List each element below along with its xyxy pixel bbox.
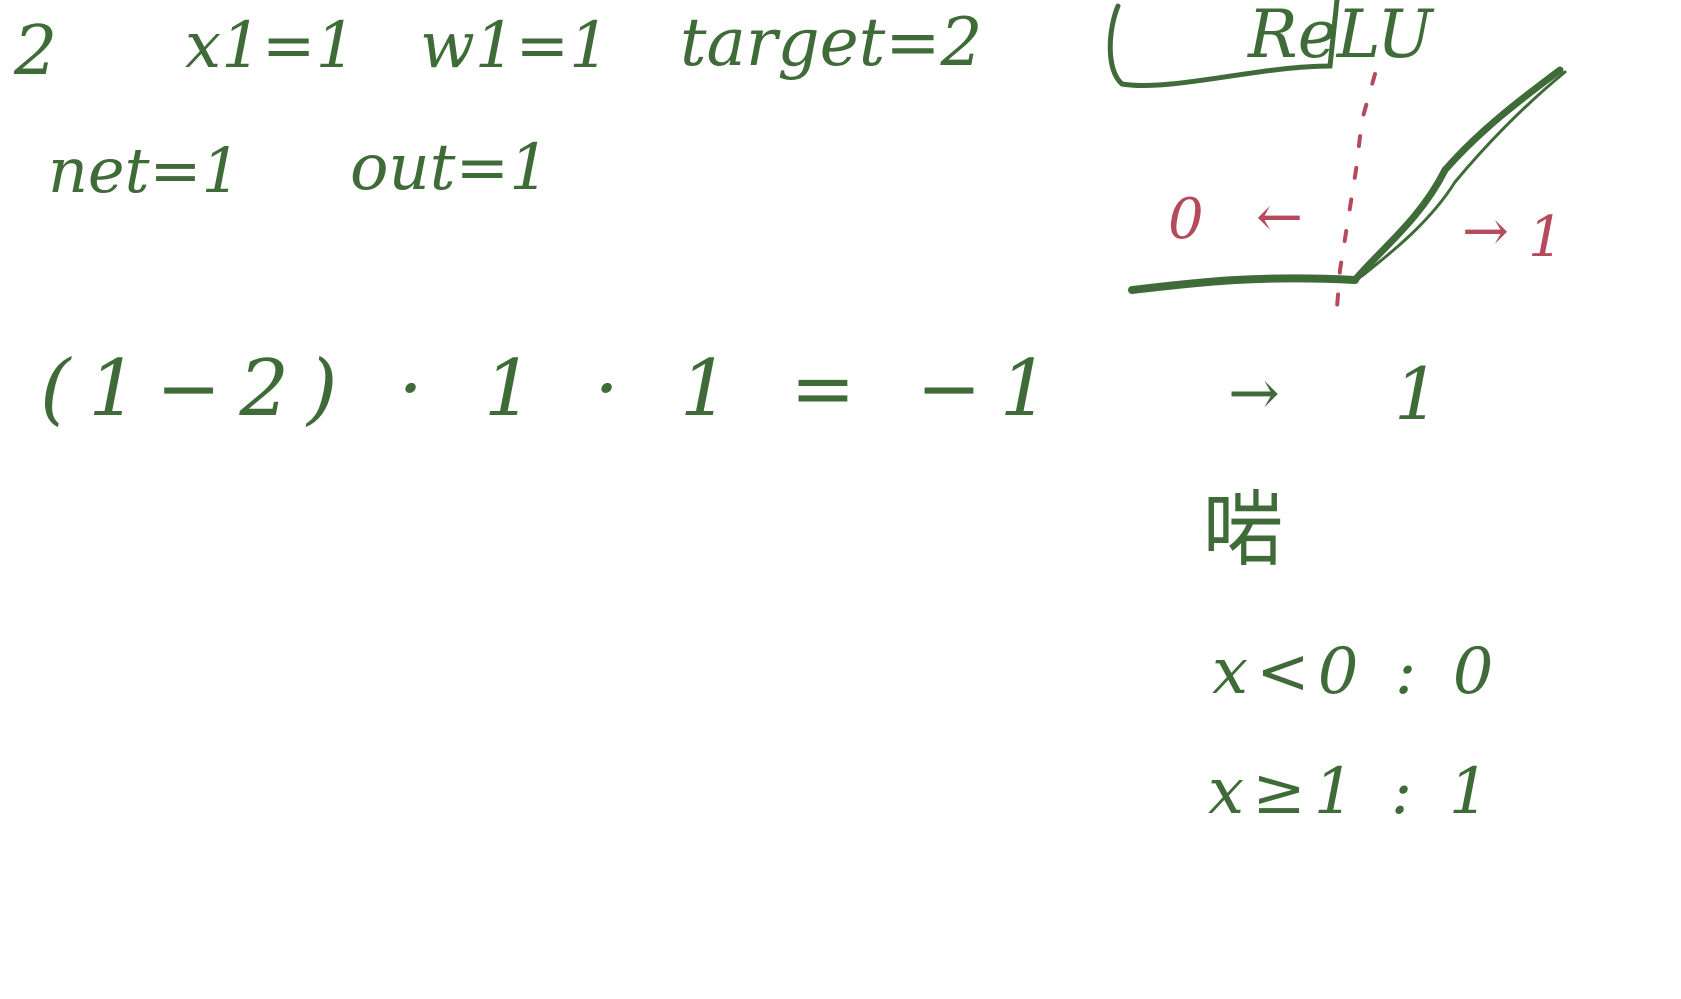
right-limit-arrow: →: [1462, 199, 1509, 264]
right-limit-value: 1: [1528, 205, 1564, 270]
rule-positive-input: x≥1 : 1: [1208, 755, 1498, 829]
relu-title: ReLU: [1248, 0, 1433, 73]
left-limit-value: 0: [1168, 187, 1204, 252]
relu-flat-segment: [1128, 274, 1359, 294]
derivative-value: 1: [1394, 352, 1440, 436]
relu-sketch: [1107, 0, 1567, 322]
whiteboard-canvas: 2 x1=1 w1=1 target=2 net=1 out=1 (1−2) ·…: [0, 0, 1681, 999]
chinese-note: 啱: [1202, 483, 1285, 578]
rule-negative-input: x<0 : 0: [1212, 635, 1502, 709]
left-limit-arrow: ←: [1256, 185, 1303, 250]
derivative-arrow: →: [1228, 356, 1280, 429]
